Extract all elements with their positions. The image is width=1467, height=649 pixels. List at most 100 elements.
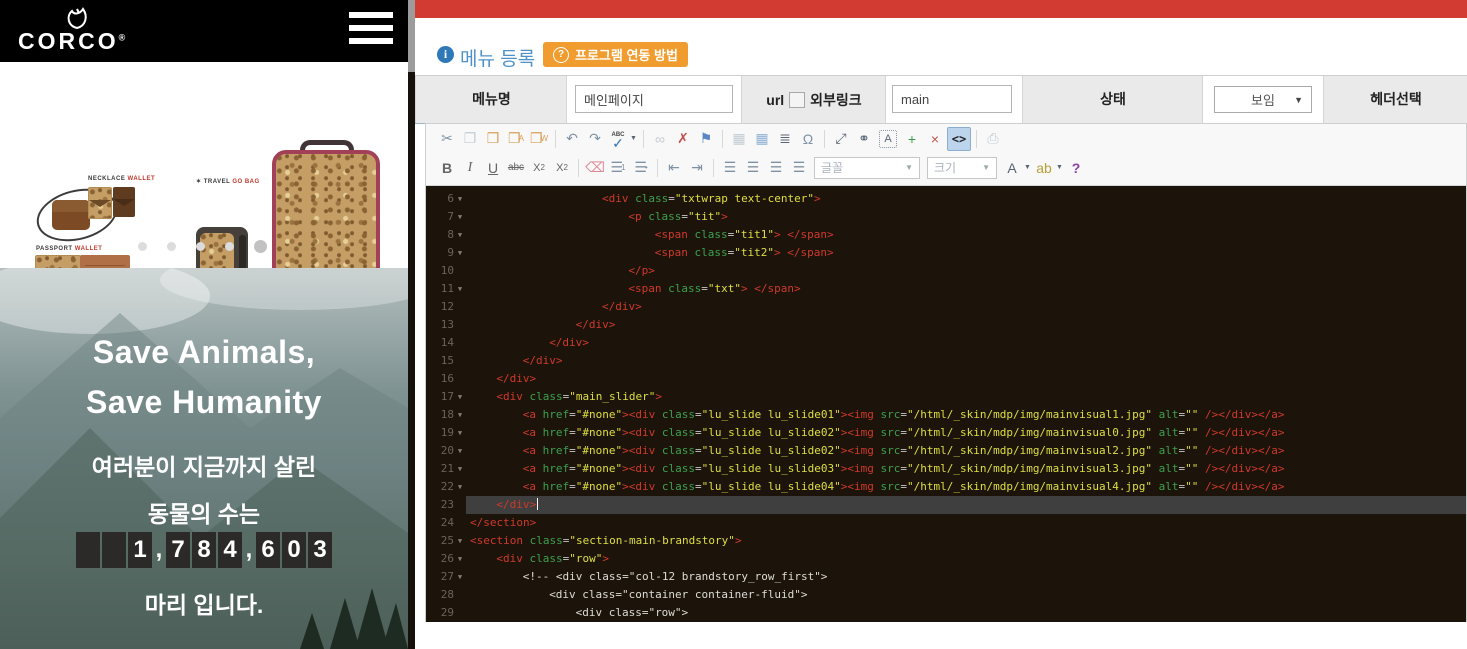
source-icon[interactable]: <> (947, 127, 971, 151)
product-slider[interactable]: NECKLACE WALLET PASSPORT WALLET ✶ TRAVEL… (0, 62, 408, 268)
code-line-21: 21▼<a href="#none"><div class="lu_slide … (426, 460, 1466, 478)
fold-caret-icon[interactable]: ▼ (454, 244, 466, 262)
counter-digit-box: 0 (282, 532, 306, 568)
fold-caret-empty (454, 316, 466, 334)
program-link-help-button[interactable]: ? 프로그램 연동 방법 (543, 42, 688, 67)
scrollbar-thumb[interactable] (408, 0, 415, 72)
line-number: 7 (426, 208, 454, 226)
superscript-icon[interactable]: X2 (551, 157, 573, 179)
toolbar-separator (555, 130, 556, 148)
cut-icon[interactable]: ✂ (436, 128, 458, 150)
find-icon[interactable]: ⚭ (853, 128, 875, 150)
align-right-icon[interactable]: ☰ (765, 157, 787, 179)
undo-icon[interactable]: ↶ (561, 128, 583, 150)
align-center-icon[interactable]: ☰ (742, 157, 764, 179)
editor-toolbar: ✂❐❒❒A❒W↶↷ABC✓▼∞✗⚑▦▦≣Ω⤢⚭A+×<>⎙ BIUabcX2X2… (426, 124, 1466, 186)
menu-name-input[interactable] (575, 85, 733, 113)
redo-icon[interactable]: ↷ (584, 128, 606, 150)
text-color-icon-caret[interactable]: ▼ (1024, 164, 1032, 171)
numbered-list-icon[interactable]: ☰1 (607, 157, 629, 179)
preview-scrollbar[interactable] (408, 0, 415, 649)
url-input[interactable] (892, 85, 1012, 113)
hero-subtitle-1: 여러분이 지금까지 살린 (0, 448, 408, 482)
fold-caret-icon[interactable]: ▼ (454, 406, 466, 424)
maximize-icon[interactable]: ⤢ (830, 128, 852, 150)
slider-dot[interactable] (138, 242, 147, 251)
fold-caret-empty (454, 514, 466, 532)
line-number: 20 (426, 442, 454, 460)
about-icon[interactable]: ? (1065, 157, 1087, 179)
code-line-10: 10</p> (426, 262, 1466, 280)
fold-caret-icon[interactable]: ▼ (454, 388, 466, 406)
italic-icon[interactable]: I (459, 157, 481, 179)
bulleted-list-icon[interactable]: ☰• (630, 157, 652, 179)
fold-caret-icon[interactable]: ▼ (454, 568, 466, 586)
fold-caret-icon[interactable]: ▼ (454, 532, 466, 550)
paste-text-icon[interactable]: ❒A (505, 128, 527, 150)
corco-logo[interactable]: CORCO® (18, 4, 138, 58)
code-line-24: 24</section> (426, 514, 1466, 532)
anchor-flag-icon[interactable]: ⚑ (695, 128, 717, 150)
fold-caret-icon[interactable]: ▼ (454, 460, 466, 478)
image-icon[interactable]: ▦ (728, 128, 750, 150)
subscript-icon[interactable]: X2 (528, 157, 550, 179)
fold-caret-empty (454, 604, 466, 622)
strike-icon[interactable]: abc (505, 157, 527, 179)
external-link-checkbox[interactable] (789, 92, 805, 108)
page-break-icon[interactable]: ≣ (774, 128, 796, 150)
code-line-15: 15</div> (426, 352, 1466, 370)
text-color-icon[interactable]: A (1001, 157, 1023, 179)
code-line-25: 25▼<section class="section-main-brandsto… (426, 532, 1466, 550)
table-icon[interactable]: ▦ (751, 128, 773, 150)
slider-dots[interactable] (138, 240, 298, 253)
fold-caret-icon[interactable]: ▼ (454, 190, 466, 208)
code-line-18: 18▼<a href="#none"><div class="lu_slide … (426, 406, 1466, 424)
code-line-20: 20▼<a href="#none"><div class="lu_slide … (426, 442, 1466, 460)
unlink-icon[interactable]: ✗ (672, 128, 694, 150)
spellcheck-icon-caret[interactable]: ▼ (630, 135, 638, 142)
special-char-icon[interactable]: Ω (797, 128, 819, 150)
slider-dot[interactable] (225, 242, 234, 251)
indent-icon[interactable]: ⇥ (686, 157, 708, 179)
fold-caret-icon[interactable]: ▼ (454, 550, 466, 568)
spellcheck-icon[interactable]: ABC✓ (607, 128, 629, 150)
fold-caret-icon[interactable]: ▼ (454, 442, 466, 460)
highlight-color-icon-caret[interactable]: ▼ (1056, 164, 1064, 171)
link-icon[interactable]: ∞ (649, 128, 671, 150)
source-code-area[interactable]: 6▼<div class="txtwrap text-center">7▼<p … (426, 186, 1466, 622)
copy-icon[interactable]: ❐ (459, 128, 481, 150)
slider-dot[interactable] (254, 240, 267, 253)
counter-digit-box (102, 532, 126, 568)
slider-dot[interactable] (196, 242, 205, 251)
paste-icon[interactable]: ❒ (482, 128, 504, 150)
menu-icon[interactable] (349, 12, 393, 50)
status-select[interactable]: 보임▼ (1214, 86, 1312, 113)
fold-caret-icon[interactable]: ▼ (454, 424, 466, 442)
remove-comment-icon[interactable]: × (924, 128, 946, 150)
fold-caret-icon[interactable]: ▼ (454, 280, 466, 298)
fold-caret-icon[interactable]: ▼ (454, 208, 466, 226)
bold-icon[interactable]: B (436, 157, 458, 179)
hero-subtitle-3: 마리 입니다. (0, 586, 408, 620)
header-select-label-cell: 헤더선택 (1323, 76, 1467, 123)
fold-caret-icon[interactable]: ▼ (454, 478, 466, 496)
status-select-cell: 보임▼ (1202, 76, 1324, 123)
outdent-icon[interactable]: ⇤ (663, 157, 685, 179)
paste-word-icon[interactable]: ❒W (528, 128, 550, 150)
size-combo[interactable]: 크기▼ (927, 157, 997, 179)
print-icon[interactable]: ⎙ (982, 128, 1004, 150)
code-line-6: 6▼<div class="txtwrap text-center"> (426, 190, 1466, 208)
align-left-icon[interactable]: ☰ (719, 157, 741, 179)
fold-caret-icon[interactable]: ▼ (454, 226, 466, 244)
slider-dot[interactable] (167, 242, 176, 251)
site-preview-panel: CORCO® NECKLACE WALLET PASSPORT WALLET ✶… (0, 0, 408, 649)
leaf-icon (64, 6, 90, 30)
font-combo[interactable]: 글꼴▼ (814, 157, 920, 179)
highlight-color-icon[interactable]: ab (1033, 157, 1055, 179)
code-line-23: 23</div> (426, 496, 1466, 514)
align-justify-icon[interactable]: ☰ (788, 157, 810, 179)
remove-format-icon[interactable]: ⌫ (584, 157, 606, 179)
add-comment-icon[interactable]: + (901, 128, 923, 150)
select-all-icon[interactable]: A (879, 130, 897, 148)
underline-icon[interactable]: U (482, 157, 504, 179)
